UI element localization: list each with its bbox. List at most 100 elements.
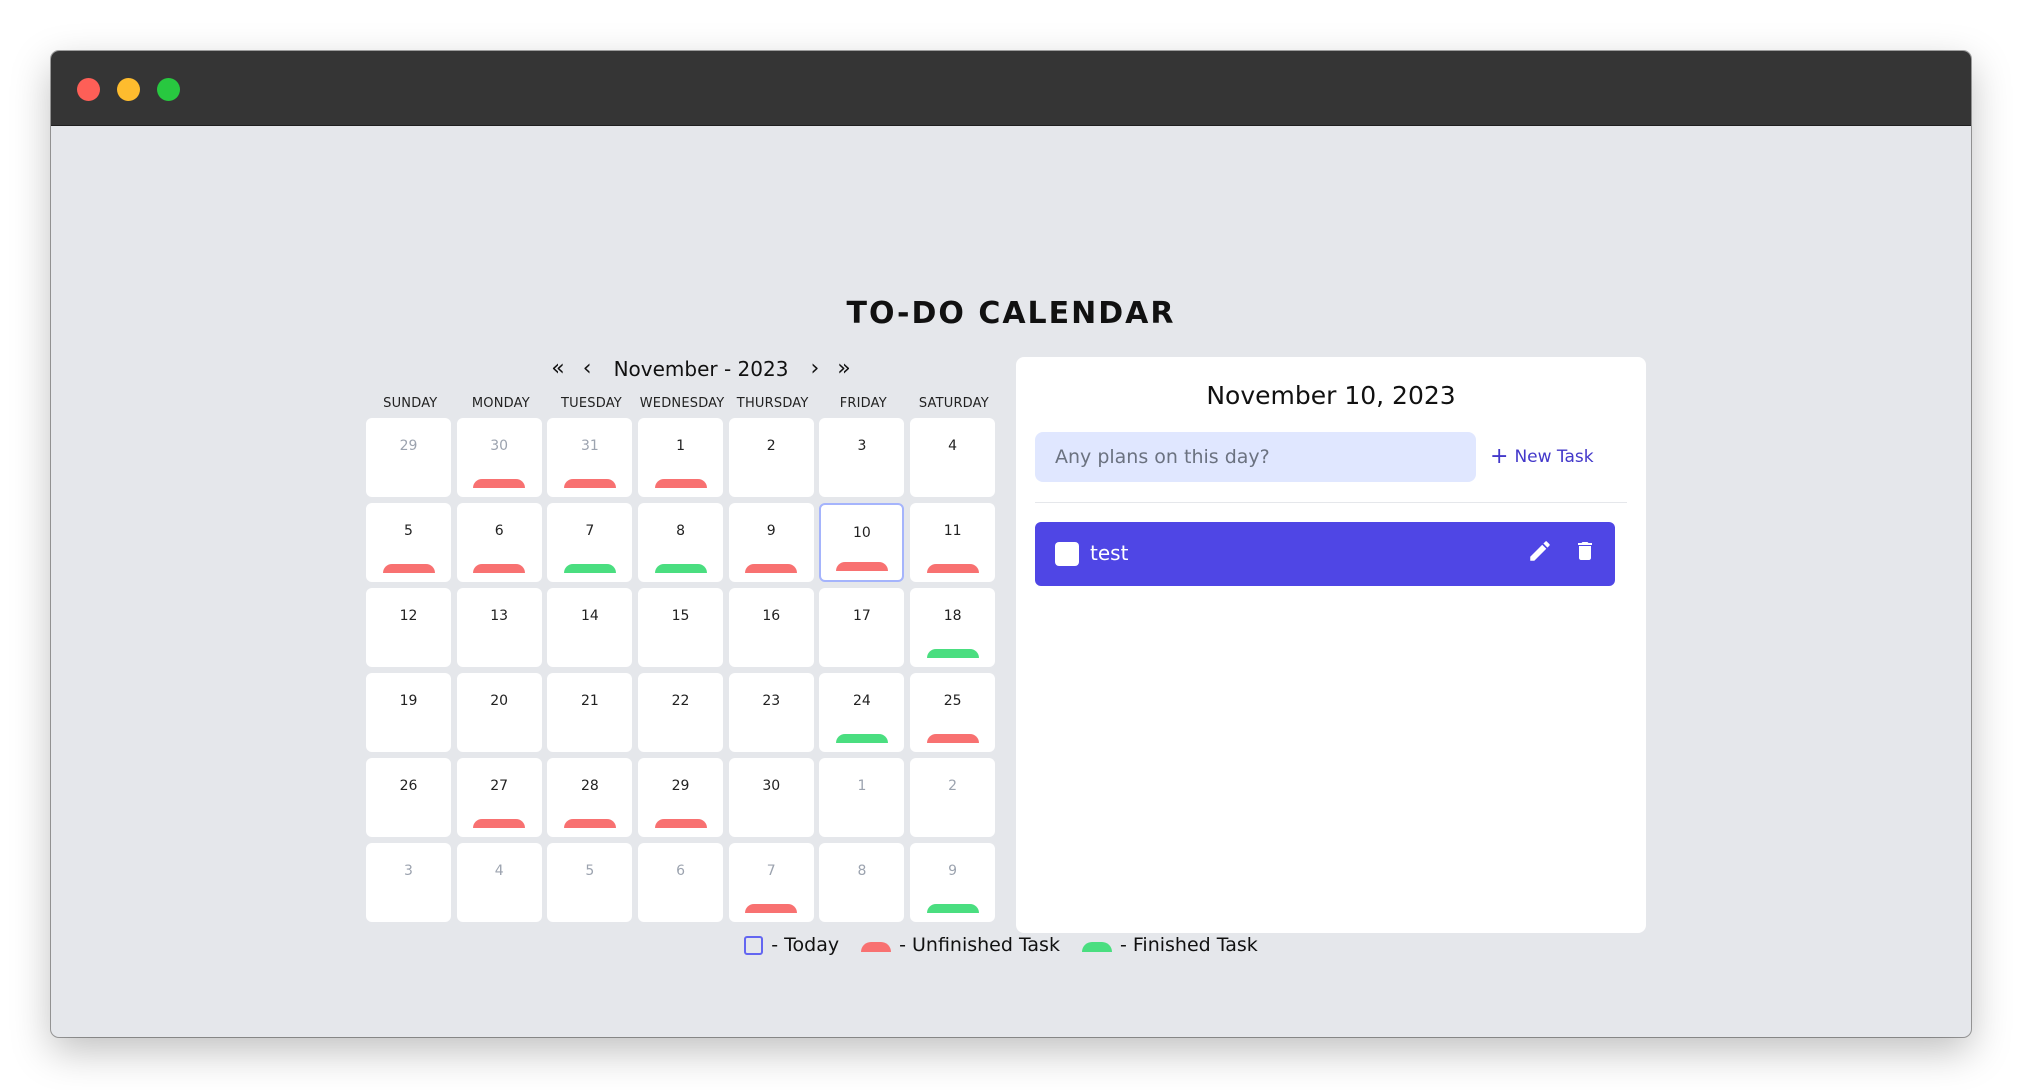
calendar-day[interactable]: 17: [819, 588, 905, 667]
day-number: 28: [580, 778, 599, 794]
calendar-day[interactable]: 14: [547, 588, 633, 667]
calendar-day[interactable]: 27: [456, 758, 542, 837]
calendar-day[interactable]: 2: [728, 418, 814, 497]
day-number: 24: [853, 693, 871, 709]
day-number: 3: [404, 863, 413, 879]
next-month-button[interactable]: ›: [810, 358, 819, 380]
calendar-day[interactable]: 29: [366, 418, 451, 497]
calendar-day[interactable]: 4: [456, 843, 542, 922]
day-number: 1: [857, 778, 867, 794]
calendar-day[interactable]: 21: [547, 673, 633, 752]
trash-icon: [1578, 542, 1592, 560]
unfinished-task-marker: [473, 819, 526, 828]
maximize-window-button[interactable]: [157, 78, 180, 101]
calendar-day[interactable]: 12: [366, 588, 451, 667]
calendar-day[interactable]: 15: [638, 588, 724, 667]
calendar-day[interactable]: 18: [910, 588, 996, 667]
unfinished-task-marker: [835, 562, 888, 571]
calendar-day[interactable]: 8: [819, 843, 905, 922]
calendar-day[interactable]: 9: [910, 843, 996, 922]
day-number: 7: [585, 523, 595, 539]
calendar-day[interactable]: 19: [366, 673, 451, 752]
weekday-label: FRIDAY: [839, 396, 887, 411]
weekday-label: WEDNESDAY: [639, 396, 725, 411]
day-number: 25: [943, 693, 962, 709]
day-number: 21: [580, 693, 599, 709]
calendar-day[interactable]: 9: [728, 503, 814, 582]
new-task-button[interactable]: + New Task: [1490, 444, 1594, 470]
calendar-day[interactable]: 3: [819, 418, 905, 497]
finished-task-marker: [926, 649, 979, 658]
unfinished-task-marker: [926, 734, 979, 743]
finished-task-marker: [563, 564, 616, 573]
calendar-day[interactable]: 26: [366, 758, 451, 837]
weekday-label: SATURDAY: [918, 396, 989, 411]
unfinished-task-marker: [745, 904, 798, 913]
calendar-day[interactable]: 16: [728, 588, 814, 667]
calendar-day[interactable]: 2: [910, 758, 996, 837]
day-number: 31: [580, 438, 599, 454]
calendar-day[interactable]: 6: [456, 503, 542, 582]
day-number: 7: [766, 863, 776, 879]
calendar-day[interactable]: 30: [728, 758, 814, 837]
plus-icon: +: [1490, 444, 1509, 469]
day-number: 3: [857, 438, 867, 454]
prev-month-button[interactable]: ‹: [583, 358, 592, 380]
calendar-day[interactable]: 24: [819, 673, 905, 752]
calendar-day[interactable]: 7: [547, 503, 633, 582]
task-panel: November 10, 2023 + New Task test: [1016, 357, 1646, 933]
calendar-day[interactable]: 3: [366, 843, 451, 922]
today-indicator-icon: [744, 935, 764, 955]
unfinished-task-marker: [745, 564, 798, 573]
calendar-day[interactable]: 5: [547, 843, 633, 922]
calendar-day[interactable]: 28: [547, 758, 633, 837]
day-number: 23: [762, 693, 781, 709]
calendar-day[interactable]: 30: [456, 418, 542, 497]
calendar-day[interactable]: 7: [728, 843, 814, 922]
day-number: 30: [490, 438, 509, 454]
calendar-day[interactable]: 11: [910, 503, 996, 582]
day-number: 5: [404, 523, 413, 539]
month-label: November - 2023: [613, 357, 789, 381]
unfinished-task-marker: [654, 479, 707, 488]
new-task-input[interactable]: [1035, 432, 1476, 482]
calendar-day[interactable]: 1: [638, 418, 724, 497]
day-number: 20: [490, 693, 509, 709]
calendar-day[interactable]: 23: [728, 673, 814, 752]
day-number: 10: [853, 525, 871, 541]
minimize-window-button[interactable]: [117, 78, 140, 101]
calendar-day[interactable]: 31: [547, 418, 633, 497]
calendar-day[interactable]: 13: [456, 588, 542, 667]
calendar-day[interactable]: 4: [910, 418, 996, 497]
day-number: 2: [766, 438, 776, 454]
day-number: 27: [490, 778, 509, 794]
calendar-day[interactable]: 6: [638, 843, 724, 922]
task-checkbox[interactable]: [1055, 542, 1079, 566]
edit-task-button[interactable]: [1527, 538, 1553, 564]
calendar-day[interactable]: 25: [910, 673, 996, 752]
window-titlebar: [51, 51, 1971, 126]
day-number: 13: [490, 608, 509, 624]
calendar-day[interactable]: 29: [638, 758, 724, 837]
app-window: TO-DO CALENDAR « ‹ November - 2023 › » S…: [51, 51, 1971, 1037]
task-item[interactable]: test: [1035, 522, 1615, 586]
day-number: 14: [580, 608, 599, 624]
close-window-button[interactable]: [77, 78, 100, 101]
weekday-label: THURSDAY: [736, 396, 809, 411]
delete-task-button[interactable]: [1573, 538, 1599, 564]
finished-marker-icon: [1081, 942, 1112, 952]
prev-year-button[interactable]: «: [551, 358, 564, 380]
calendar-day[interactable]: 22: [638, 673, 724, 752]
unfinished-marker-icon: [861, 942, 892, 952]
calendar-day[interactable]: 1: [819, 758, 905, 837]
calendar-day[interactable]: 8: [638, 503, 724, 582]
weekday-label: TUESDAY: [561, 396, 622, 411]
day-number: 9: [948, 863, 958, 879]
calendar-day-today[interactable]: 10: [819, 503, 905, 582]
day-number: 29: [399, 438, 418, 454]
calendar-day[interactable]: 20: [456, 673, 542, 752]
calendar-day[interactable]: 5: [366, 503, 451, 582]
weekday-label: SUNDAY: [383, 396, 438, 411]
selected-date: November 10, 2023: [1206, 381, 1456, 410]
next-year-button[interactable]: »: [837, 358, 850, 380]
